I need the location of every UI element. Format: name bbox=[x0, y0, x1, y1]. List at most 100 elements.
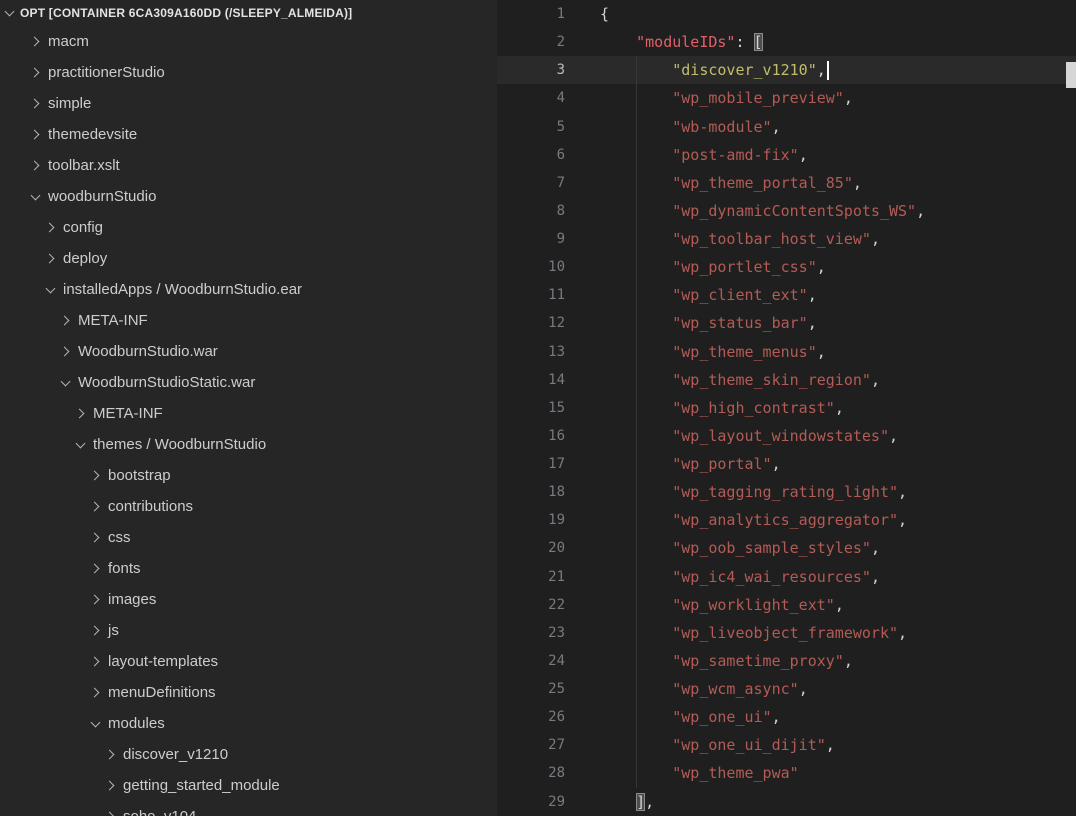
code-text: "wp_theme_menus", bbox=[600, 343, 826, 361]
code-line-26[interactable]: 26 "wp_one_ui", bbox=[497, 703, 1076, 731]
code-line-28[interactable]: 28 "wp_theme_pwa" bbox=[497, 759, 1076, 787]
chevron-right-icon[interactable] bbox=[27, 34, 43, 50]
tree-item-toolbar-xslt[interactable]: toolbar.xslt bbox=[0, 150, 497, 181]
chevron-right-icon[interactable] bbox=[87, 499, 103, 515]
chevron-right-icon[interactable] bbox=[27, 158, 43, 174]
chevron-right-icon[interactable] bbox=[72, 406, 88, 422]
code-line-5[interactable]: 5 "wb-module", bbox=[497, 113, 1076, 141]
tree-item-simple[interactable]: simple bbox=[0, 88, 497, 119]
chevron-right-icon[interactable] bbox=[87, 592, 103, 608]
editor-pane[interactable]: 1{2 "moduleIDs": [3 "discover_v1210",4 "… bbox=[497, 0, 1076, 816]
chevron-right-icon[interactable] bbox=[87, 685, 103, 701]
tree-item-meta-inf[interactable]: META-INF bbox=[0, 398, 497, 429]
code-line-19[interactable]: 19 "wp_analytics_aggregator", bbox=[497, 506, 1076, 534]
tree-item-woodburnstudio-war[interactable]: WoodburnStudio.war bbox=[0, 336, 497, 367]
code-line-27[interactable]: 27 "wp_one_ui_dijit", bbox=[497, 731, 1076, 759]
code-line-18[interactable]: 18 "wp_tagging_rating_light", bbox=[497, 478, 1076, 506]
tree-item-themes-woodburnstudio[interactable]: themes / WoodburnStudio bbox=[0, 429, 497, 460]
explorer-section-header[interactable]: OPT [CONTAINER 6CA309A160DD (/SLEEPY_ALM… bbox=[0, 0, 497, 26]
tree-item-woodburnstudiostatic-war[interactable]: WoodburnStudioStatic.war bbox=[0, 367, 497, 398]
code-line-8[interactable]: 8 "wp_dynamicContentSpots_WS", bbox=[497, 197, 1076, 225]
code-line-3[interactable]: 3 "discover_v1210", bbox=[497, 56, 1076, 84]
chevron-right-icon[interactable] bbox=[87, 654, 103, 670]
chevron-down-icon[interactable] bbox=[57, 375, 73, 391]
code-line-15[interactable]: 15 "wp_high_contrast", bbox=[497, 394, 1076, 422]
tree-item-menudefinitions[interactable]: menuDefinitions bbox=[0, 677, 497, 708]
code-line-24[interactable]: 24 "wp_sametime_proxy", bbox=[497, 647, 1076, 675]
tree-item-woodburnstudio[interactable]: woodburnStudio bbox=[0, 181, 497, 212]
tree-item-modules[interactable]: modules bbox=[0, 708, 497, 739]
code-line-10[interactable]: 10 "wp_portlet_css", bbox=[497, 253, 1076, 281]
tree-item-label: installedApps / WoodburnStudio.ear bbox=[63, 281, 302, 298]
code-line-1[interactable]: 1{ bbox=[497, 0, 1076, 28]
chevron-right-icon[interactable] bbox=[57, 313, 73, 329]
chevron-right-icon[interactable] bbox=[57, 344, 73, 360]
chevron-right-icon[interactable] bbox=[27, 65, 43, 81]
chevron-right-icon[interactable] bbox=[102, 778, 118, 794]
code-line-14[interactable]: 14 "wp_theme_skin_region", bbox=[497, 366, 1076, 394]
code-line-12[interactable]: 12 "wp_status_bar", bbox=[497, 309, 1076, 337]
tree-item-themedevsite[interactable]: themedevsite bbox=[0, 119, 497, 150]
code-line-9[interactable]: 9 "wp_toolbar_host_view", bbox=[497, 225, 1076, 253]
chevron-right-icon[interactable] bbox=[27, 127, 43, 143]
code-line-4[interactable]: 4 "wp_mobile_preview", bbox=[497, 84, 1076, 112]
tree-item-label: deploy bbox=[63, 250, 107, 267]
tree-item-macm[interactable]: macm bbox=[0, 26, 497, 57]
tree-item-meta-inf[interactable]: META-INF bbox=[0, 305, 497, 336]
line-number: 14 bbox=[497, 372, 565, 388]
code-text: "wp_tagging_rating_light", bbox=[600, 483, 907, 501]
tree-item-js[interactable]: js bbox=[0, 615, 497, 646]
line-number: 8 bbox=[497, 203, 565, 219]
chevron-right-icon[interactable] bbox=[102, 809, 118, 816]
tree-item-layout-templates[interactable]: layout-templates bbox=[0, 646, 497, 677]
chevron-right-icon[interactable] bbox=[42, 220, 58, 236]
code-line-22[interactable]: 22 "wp_worklight_ext", bbox=[497, 591, 1076, 619]
chevron-down-icon[interactable] bbox=[42, 282, 58, 298]
tree-item-installedapps-woodburnstudio-ear[interactable]: installedApps / WoodburnStudio.ear bbox=[0, 274, 497, 305]
chevron-down-icon[interactable] bbox=[87, 716, 103, 732]
tree-item-label: js bbox=[108, 622, 119, 639]
chevron-right-icon[interactable] bbox=[87, 623, 103, 639]
code-line-25[interactable]: 25 "wp_wcm_async", bbox=[497, 675, 1076, 703]
code-area[interactable]: 1{2 "moduleIDs": [3 "discover_v1210",4 "… bbox=[497, 0, 1076, 816]
code-line-6[interactable]: 6 "post-amd-fix", bbox=[497, 141, 1076, 169]
tree-item-practitionerstudio[interactable]: practitionerStudio bbox=[0, 57, 497, 88]
chevron-right-icon[interactable] bbox=[102, 747, 118, 763]
code-line-23[interactable]: 23 "wp_liveobject_framework", bbox=[497, 619, 1076, 647]
tree-item-contributions[interactable]: contributions bbox=[0, 491, 497, 522]
line-number: 12 bbox=[497, 315, 565, 331]
tree-item-css[interactable]: css bbox=[0, 522, 497, 553]
tree-item-images[interactable]: images bbox=[0, 584, 497, 615]
code-text: "wp_ic4_wai_resources", bbox=[600, 568, 880, 586]
tree-item-label: modules bbox=[108, 715, 165, 732]
code-text: "wp_sametime_proxy", bbox=[600, 652, 853, 670]
chevron-right-icon[interactable] bbox=[87, 530, 103, 546]
tree-item-fonts[interactable]: fonts bbox=[0, 553, 497, 584]
code-line-2[interactable]: 2 "moduleIDs": [ bbox=[497, 28, 1076, 56]
chevron-right-icon[interactable] bbox=[42, 251, 58, 267]
tree-item-getting-started-module[interactable]: getting_started_module bbox=[0, 770, 497, 801]
scrollbar-thumb[interactable] bbox=[1066, 62, 1076, 88]
code-line-17[interactable]: 17 "wp_portal", bbox=[497, 450, 1076, 478]
code-line-13[interactable]: 13 "wp_theme_menus", bbox=[497, 338, 1076, 366]
chevron-right-icon[interactable] bbox=[27, 96, 43, 112]
chevron-right-icon[interactable] bbox=[87, 561, 103, 577]
chevron-right-icon[interactable] bbox=[87, 468, 103, 484]
chevron-down-icon[interactable] bbox=[72, 437, 88, 453]
tree-item-discover-v1210[interactable]: discover_v1210 bbox=[0, 739, 497, 770]
tree-item-config[interactable]: config bbox=[0, 212, 497, 243]
code-line-7[interactable]: 7 "wp_theme_portal_85", bbox=[497, 169, 1076, 197]
chevron-down-icon[interactable] bbox=[27, 189, 43, 205]
chevron-down-icon[interactable] bbox=[1, 5, 17, 21]
tree-item-soho-v104[interactable]: soho_v104 bbox=[0, 801, 497, 816]
code-line-29[interactable]: 29 ], bbox=[497, 788, 1076, 816]
tree-item-bootstrap[interactable]: bootstrap bbox=[0, 460, 497, 491]
code-line-20[interactable]: 20 "wp_oob_sample_styles", bbox=[497, 534, 1076, 562]
tree-item-label: simple bbox=[48, 95, 91, 112]
line-number: 25 bbox=[497, 681, 565, 697]
code-line-21[interactable]: 21 "wp_ic4_wai_resources", bbox=[497, 563, 1076, 591]
code-line-11[interactable]: 11 "wp_client_ext", bbox=[497, 281, 1076, 309]
code-line-16[interactable]: 16 "wp_layout_windowstates", bbox=[497, 422, 1076, 450]
tree-item-deploy[interactable]: deploy bbox=[0, 243, 497, 274]
tree-item-label: menuDefinitions bbox=[108, 684, 216, 701]
